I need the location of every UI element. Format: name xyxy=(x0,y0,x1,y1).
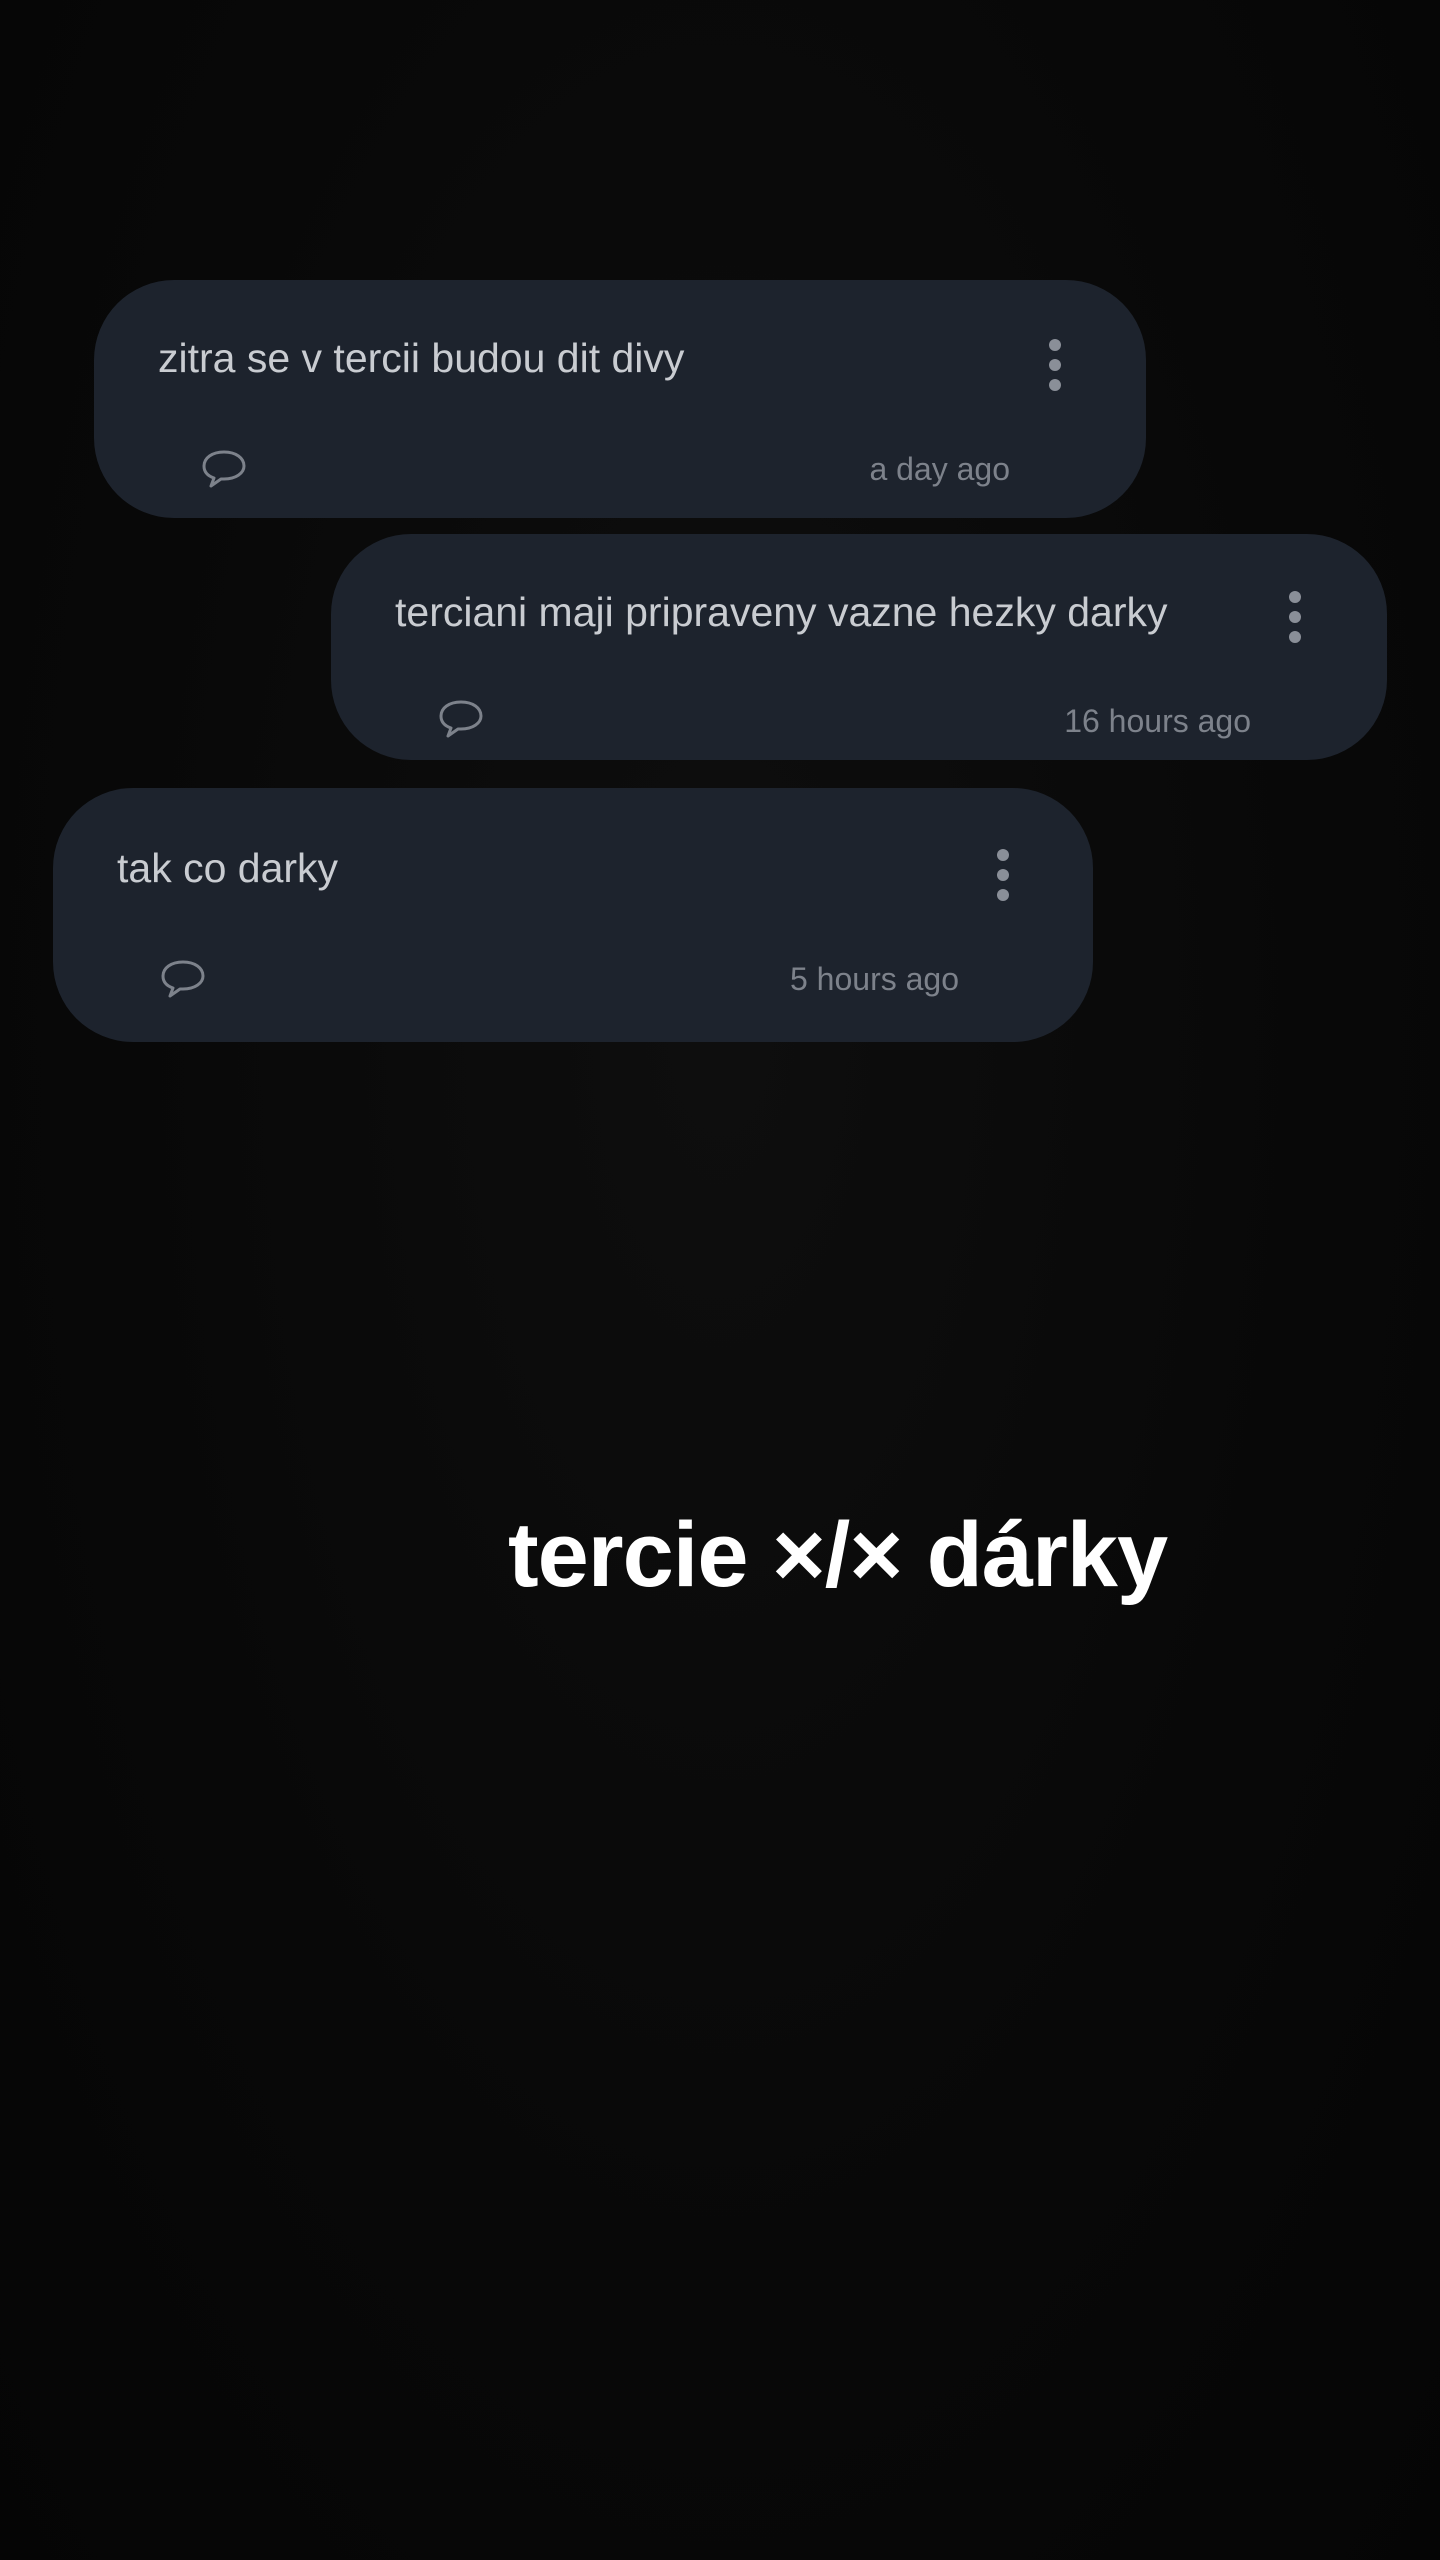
post-timestamp: 16 hours ago xyxy=(1064,703,1251,739)
speech-bubble-icon[interactable] xyxy=(437,698,485,740)
screen: zitra se v tercii budou dit divy a day a… xyxy=(0,0,1440,2560)
overlay-caption: tercie ×/× dárky xyxy=(508,1504,1168,1606)
post-text: zitra se v tercii budou dit divy xyxy=(158,335,685,381)
post-card[interactable]: tak co darky 5 hours ago xyxy=(53,788,1093,1042)
more-vertical-icon[interactable] xyxy=(1035,330,1075,400)
post-card[interactable]: terciani maji pripraveny vazne hezky dar… xyxy=(331,534,1387,760)
more-vertical-icon[interactable] xyxy=(1275,582,1315,652)
post-card[interactable]: zitra se v tercii budou dit divy a day a… xyxy=(94,280,1146,518)
post-text: tak co darky xyxy=(117,845,339,891)
more-vertical-icon[interactable] xyxy=(983,840,1023,910)
speech-bubble-icon[interactable] xyxy=(200,448,248,490)
speech-bubble-icon[interactable] xyxy=(159,958,207,1000)
post-timestamp: a day ago xyxy=(869,451,1010,487)
post-text: terciani maji pripraveny vazne hezky dar… xyxy=(395,589,1168,635)
post-timestamp: 5 hours ago xyxy=(789,961,959,997)
